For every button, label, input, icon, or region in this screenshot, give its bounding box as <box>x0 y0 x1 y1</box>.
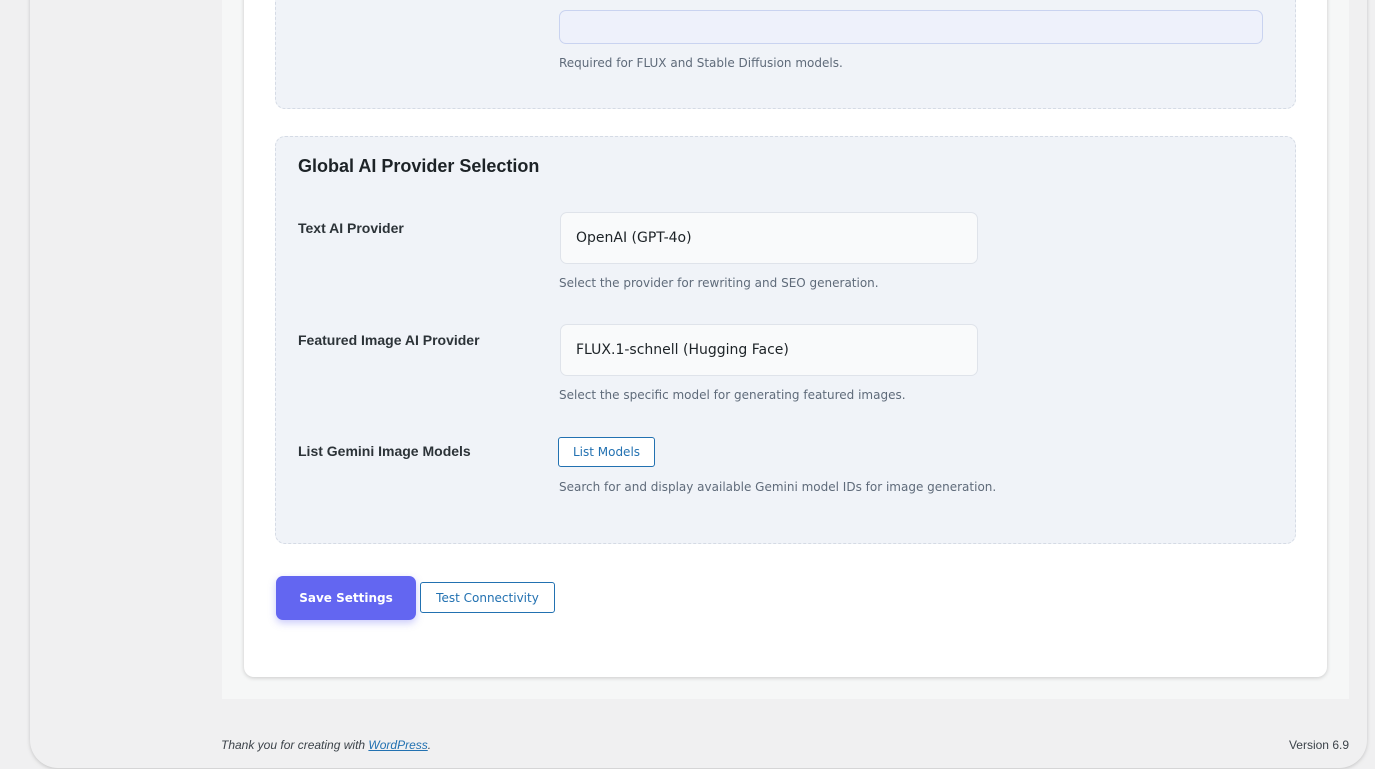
gemini-models-label: List Gemini Image Models <box>298 443 471 459</box>
image-provider-selected-value: FLUX.1-schnell (Hugging Face) <box>576 342 789 358</box>
api-key-help-text: Required for FLUX and Stable Diffusion m… <box>559 56 843 70</box>
image-provider-label: Featured Image AI Provider <box>298 332 480 348</box>
footer-thanks: Thank you for creating with WordPress. <box>221 738 431 752</box>
text-provider-help: Select the provider for rewriting and SE… <box>559 276 879 290</box>
footer-thanks-prefix: Thank you for creating with <box>221 738 369 752</box>
test-connectivity-button[interactable]: Test Connectivity <box>420 582 555 613</box>
api-key-input[interactable] <box>559 10 1263 44</box>
text-provider-select[interactable]: OpenAI (GPT-4o) <box>560 212 978 264</box>
text-provider-selected-value: OpenAI (GPT-4o) <box>576 230 692 246</box>
text-provider-label: Text AI Provider <box>298 220 404 236</box>
list-models-button[interactable]: List Models <box>558 437 655 467</box>
image-provider-help: Select the specific model for generating… <box>559 388 906 402</box>
footer-thanks-suffix: . <box>427 738 432 752</box>
image-provider-select[interactable]: FLUX.1-schnell (Hugging Face) <box>560 324 978 376</box>
section-title: Global AI Provider Selection <box>298 156 540 176</box>
version-text: Version 6.9 <box>1288 738 1349 752</box>
gemini-models-help: Search for and display available Gemini … <box>559 480 997 494</box>
wordpress-link[interactable]: WordPress <box>368 738 427 752</box>
save-settings-button[interactable]: Save Settings <box>276 576 416 620</box>
